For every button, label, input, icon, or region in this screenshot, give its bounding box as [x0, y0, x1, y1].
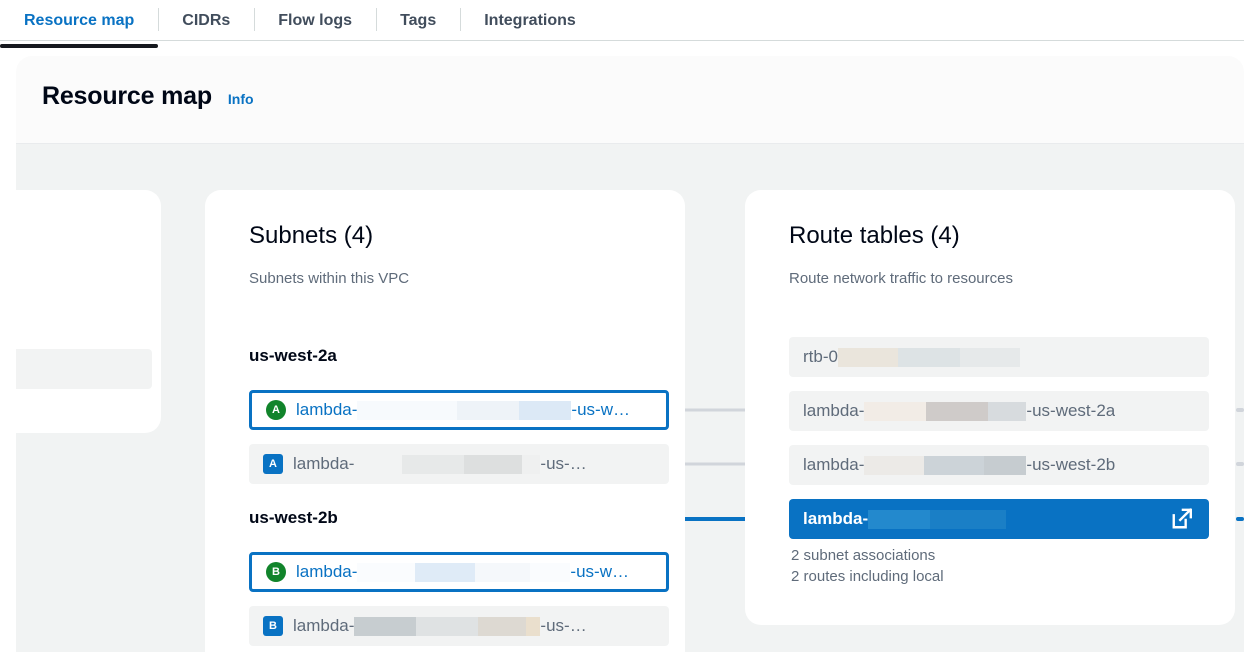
- subnet-label-a-plain: lambda- -us-…: [293, 454, 587, 474]
- subnets-card-title: Subnets (4): [249, 222, 373, 250]
- tab-label: Resource map: [24, 12, 134, 30]
- route-table-prefix: lambda-: [803, 401, 864, 421]
- subnet-label-suffix: -us-…: [540, 616, 586, 636]
- route-table-row-rtb[interactable]: rtb-0: [789, 337, 1209, 377]
- redaction-block: [984, 456, 1026, 475]
- route-table-prefix: lambda-: [803, 509, 868, 529]
- redaction-block: [868, 510, 930, 529]
- redaction-block: [926, 402, 988, 421]
- subnet-label-prefix: lambda-: [293, 454, 354, 474]
- page-header-inner: Resource map Info: [42, 82, 254, 111]
- subnet-row-a-plain[interactable]: A lambda- -us-…: [249, 444, 669, 484]
- subnet-row-b-plain[interactable]: B lambda- -us-…: [249, 606, 669, 646]
- route-tables-card: Route tables (4) Route network traffic t…: [745, 190, 1235, 625]
- az-heading-us-west-2b: us-west-2b: [249, 508, 338, 528]
- redaction-block: [924, 456, 984, 475]
- subnet-badge-b-circle: B: [266, 562, 286, 582]
- redaction-block: [526, 617, 540, 636]
- redaction-block: [402, 455, 464, 474]
- route-tables-card-title: Route tables (4): [789, 222, 960, 250]
- route-table-row-active[interactable]: lambda-: [789, 499, 1209, 539]
- subnet-row-selected-b[interactable]: B lambda- -us-w…: [249, 552, 669, 592]
- route-table-label-2a: lambda- -us-west-2a: [803, 401, 1115, 421]
- external-link-icon[interactable]: [1171, 508, 1193, 530]
- subnet-label-prefix: lambda-: [296, 400, 357, 420]
- route-table-row-2b[interactable]: lambda- -us-west-2b: [789, 445, 1209, 485]
- tab-label: Tags: [400, 12, 436, 30]
- tab-label: Flow logs: [278, 12, 352, 30]
- subnet-badge-a-square: A: [263, 454, 283, 474]
- tab-tags[interactable]: Tags: [376, 0, 460, 41]
- az-heading-us-west-2a: us-west-2a: [249, 346, 337, 366]
- redaction-block: [960, 348, 1020, 367]
- subnet-badge-b-square: B: [263, 616, 283, 636]
- route-table-prefix: rtb-0: [803, 347, 838, 367]
- subnet-label-b-plain: lambda- -us-…: [293, 616, 587, 636]
- redaction-block: [478, 617, 526, 636]
- route-tables-card-subtitle: Route network traffic to resources: [789, 270, 1013, 287]
- route-table-label-active: lambda-: [803, 509, 1006, 529]
- subnet-label-b-selected: lambda- -us-w…: [296, 562, 629, 582]
- subnet-label-prefix: lambda-: [296, 562, 357, 582]
- redaction-block: [357, 563, 415, 582]
- tab-label: Integrations: [484, 12, 576, 30]
- redaction-block: [416, 617, 478, 636]
- redaction-block: [354, 455, 402, 474]
- left-partial-card: [16, 190, 161, 433]
- subnet-label-suffix: -us-w…: [570, 562, 629, 582]
- redaction-block: [415, 563, 475, 582]
- list-item[interactable]: [16, 349, 152, 389]
- subnets-card-subtitle: Subnets within this VPC: [249, 270, 409, 287]
- route-table-label-2b: lambda- -us-west-2b: [803, 455, 1115, 475]
- redaction-block: [354, 617, 416, 636]
- redaction-block: [864, 402, 926, 421]
- route-table-suffix: -us-west-2a: [1026, 401, 1115, 421]
- route-table-meta-subnet-associations: 2 subnet associations: [791, 545, 935, 566]
- subnet-row-selected-a[interactable]: A lambda- -us-w…: [249, 390, 669, 430]
- redaction-block: [457, 401, 519, 420]
- redaction-block: [464, 455, 522, 474]
- tab-bar: Resource map CIDRs Flow logs Tags Integr…: [0, 0, 1244, 41]
- page-title: Resource map: [42, 82, 212, 111]
- tab-resource-map[interactable]: Resource map: [0, 0, 158, 41]
- route-table-prefix: lambda-: [803, 455, 864, 475]
- tab-cidrs[interactable]: CIDRs: [158, 0, 254, 41]
- info-link[interactable]: Info: [228, 91, 254, 107]
- tab-label: CIDRs: [182, 12, 230, 30]
- redaction-block: [522, 455, 540, 474]
- redaction-block: [838, 348, 898, 367]
- subnet-label-suffix: -us-…: [540, 454, 586, 474]
- subnet-label-suffix: -us-w…: [571, 400, 630, 420]
- route-table-label-rtb: rtb-0: [803, 347, 1020, 367]
- resource-map-canvas: Subnets (4) Subnets within this VPC us-w…: [16, 144, 1244, 652]
- subnet-label-a-selected: lambda- -us-w…: [296, 400, 630, 420]
- subnet-badge-a-circle: A: [266, 400, 286, 420]
- tab-flow-logs[interactable]: Flow logs: [254, 0, 376, 41]
- tab-integrations[interactable]: Integrations: [460, 0, 600, 41]
- redaction-block: [475, 563, 530, 582]
- route-table-meta-routes: 2 routes including local: [791, 566, 944, 587]
- redaction-block: [519, 401, 571, 420]
- redaction-block: [530, 563, 570, 582]
- route-table-suffix: -us-west-2b: [1026, 455, 1115, 475]
- redaction-block: [357, 401, 457, 420]
- redaction-block: [930, 510, 1006, 529]
- tab-bar-divider: [0, 40, 1244, 41]
- subnets-card: Subnets (4) Subnets within this VPC us-w…: [205, 190, 685, 652]
- subnet-label-prefix: lambda-: [293, 616, 354, 636]
- redaction-block: [864, 456, 924, 475]
- page-header-card: Resource map Info: [16, 56, 1244, 144]
- redaction-block: [988, 402, 1026, 421]
- route-table-row-2a[interactable]: lambda- -us-west-2a: [789, 391, 1209, 431]
- redaction-block: [898, 348, 960, 367]
